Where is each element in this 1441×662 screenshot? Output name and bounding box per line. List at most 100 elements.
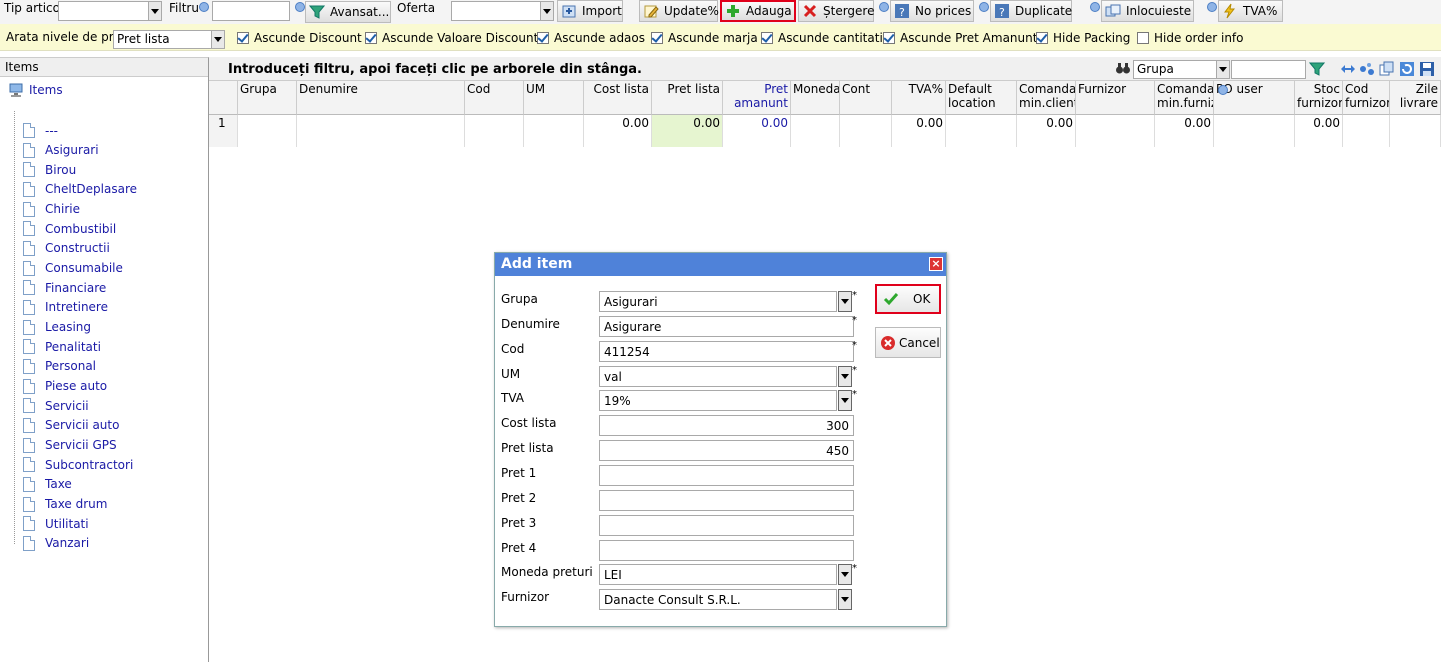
checkbox[interactable] [237,32,249,44]
table-cell[interactable] [1076,115,1155,147]
checkbox-item[interactable]: Ascunde Discount [237,31,362,45]
input-field[interactable]: 411254 [599,340,854,362]
checkbox-item[interactable]: Ascunde Valoare Discount [365,31,538,45]
table-cell[interactable] [297,115,465,147]
input-field[interactable]: Asigurare [599,315,854,337]
column-header[interactable]: Stoc furnizor [1295,81,1343,115]
refresh-icon[interactable] [1399,61,1415,77]
column-header[interactable]: UM [524,81,584,115]
tree-item[interactable]: Chirie [23,200,80,219]
tree-item[interactable]: Consumabile [23,259,123,278]
table-cell[interactable]: 0.00 [584,115,652,147]
tip-articol-select[interactable] [58,1,162,21]
tree-item[interactable]: Combustibil [23,219,116,238]
input-field[interactable] [599,539,854,561]
adauga-button[interactable]: Adauga [720,0,796,22]
column-header[interactable]: Furnizor [1076,81,1155,115]
checkbox-item[interactable]: Hide order info [1137,31,1244,45]
table-cell[interactable] [1214,115,1295,147]
tree-item[interactable]: --- [23,121,58,140]
chevron-down-icon[interactable] [838,291,852,312]
table-cell[interactable] [238,115,297,147]
oferta-select[interactable] [451,1,554,21]
copy-icon[interactable] [1379,61,1395,77]
tree-item[interactable]: Utilitati [23,514,89,533]
column-header[interactable] [209,81,238,115]
table-cell[interactable] [1343,115,1390,147]
column-header[interactable]: Pret lista [652,81,723,115]
no-prices-button[interactable]: ? No prices [890,0,974,22]
checkbox[interactable] [365,32,377,44]
tree-item[interactable]: Taxe [23,475,72,494]
price-level-select[interactable]: Pret lista [113,30,225,49]
checkbox[interactable] [1036,32,1048,44]
tree-item[interactable]: Vanzari [23,534,89,553]
network-icon[interactable] [1359,61,1375,77]
table-cell[interactable]: 0.00 [892,115,946,147]
column-header[interactable]: Zile livrare [1390,81,1441,115]
table-cell[interactable] [840,115,892,147]
tree-item[interactable]: Penalitati [23,337,101,356]
column-header[interactable]: Denumire [297,81,465,115]
tree-item[interactable]: Servicii [23,396,89,415]
select-field[interactable]: Asigurari [599,291,837,312]
tree-item[interactable]: Subcontractori [23,455,133,474]
close-icon[interactable]: × [929,257,943,271]
checkbox-item[interactable]: Ascunde adaos [537,31,645,45]
checkbox[interactable] [651,32,663,44]
filtru-input[interactable] [212,1,290,21]
table-cell[interactable] [1390,115,1441,147]
input-field[interactable]: 300 [599,415,854,437]
table-cell[interactable]: 0.00 [1017,115,1076,147]
input-field[interactable]: 450 [599,440,854,462]
column-header[interactable]: Grupa [238,81,297,115]
save-icon[interactable] [1419,61,1435,77]
column-header[interactable]: Pret amanunt [723,81,791,115]
chevron-down-icon[interactable] [838,390,852,412]
stergere-button[interactable]: Ștergere [798,0,874,22]
column-header[interactable]: Cont [840,81,892,115]
table-cell[interactable]: 1 [209,115,238,147]
table-cell[interactable] [946,115,1017,147]
select-field[interactable]: val [599,365,837,387]
update-button[interactable]: Update% [639,0,719,22]
tree-item[interactable]: Servicii auto [23,416,119,435]
column-header[interactable]: Comanda min.client [1017,81,1076,115]
chevron-down-icon[interactable] [838,589,852,611]
expand-icon[interactable] [1340,61,1356,77]
checkbox[interactable] [537,32,549,44]
checkbox-item[interactable]: Hide Packing [1036,31,1130,45]
tree-item[interactable]: Constructii [23,239,110,258]
tree-item[interactable]: Piese auto [23,377,107,396]
checkbox[interactable] [761,32,773,44]
select-field[interactable]: LEI [599,564,837,586]
table-cell[interactable]: 0.00 [723,115,791,147]
table-cell[interactable]: 0.00 [652,115,723,147]
group-filter-input[interactable] [1231,60,1306,79]
cancel-button[interactable]: Cancel [875,327,941,358]
tree-item[interactable]: Birou [23,160,76,179]
input-field[interactable] [599,489,854,511]
filter-icon[interactable] [1309,61,1325,77]
tva-button[interactable]: TVA% [1218,0,1283,22]
tree-root-items[interactable]: Items [8,82,63,98]
tree-item[interactable]: Leasing [23,318,91,337]
chevron-down-icon[interactable] [838,365,852,387]
chevron-down-icon[interactable] [838,564,852,586]
table-cell[interactable] [524,115,584,147]
checkbox[interactable] [1137,32,1149,44]
tree-item[interactable]: CheltDeplasare [23,180,137,199]
checkbox-item[interactable]: Ascunde marja [651,31,758,45]
duplicate-button[interactable]: ? Duplicate [990,0,1072,22]
column-header[interactable]: Cod [465,81,524,115]
tree-item[interactable]: Financiare [23,278,106,297]
import-button[interactable]: Import [557,0,623,22]
ok-button[interactable]: OK [875,284,941,314]
column-header[interactable]: Cost lista [584,81,652,115]
group-select[interactable]: Grupa [1133,60,1230,79]
column-header[interactable]: Comanda min.furnizor [1155,81,1214,115]
column-header[interactable]: Cod furnizor [1343,81,1390,115]
tree-item[interactable]: Taxe drum [23,495,107,514]
table-cell[interactable] [465,115,524,147]
select-field[interactable]: Danacte Consult S.R.L. [599,589,837,611]
